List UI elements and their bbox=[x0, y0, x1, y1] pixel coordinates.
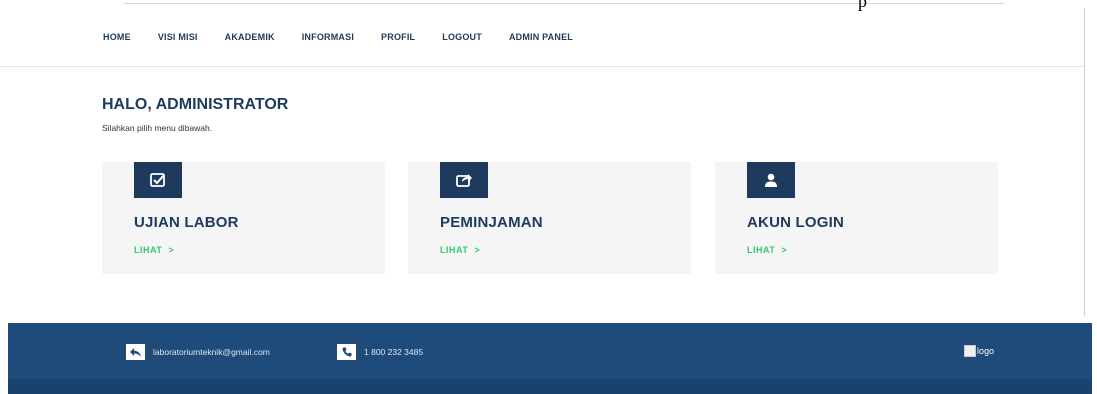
broken-image-icon bbox=[964, 345, 976, 357]
footer-email-text: laboratoriumteknik@gmail.com bbox=[153, 347, 270, 357]
logo-alt-text: logo bbox=[977, 346, 995, 356]
nav-menu: HOME VISI MISI AKADEMIK INFORMASI PROFIL… bbox=[103, 32, 600, 42]
user-icon bbox=[747, 162, 795, 198]
footer-phone-text: 1 800 232 3485 bbox=[364, 347, 424, 357]
card-title: AKUN LOGIN bbox=[747, 214, 844, 231]
card-akun-login: AKUN LOGIN LIHAT > bbox=[715, 162, 998, 274]
page-subtitle: Silahkan pilih menu dibawah. bbox=[102, 123, 213, 133]
nav-item-profil[interactable]: PROFIL bbox=[381, 32, 415, 42]
chevron-right-icon: > bbox=[474, 245, 481, 255]
chevron-right-icon: > bbox=[781, 245, 788, 255]
card-title: UJIAN LABOR bbox=[134, 214, 239, 231]
share-icon bbox=[440, 162, 488, 198]
reply-icon bbox=[126, 344, 145, 360]
view-link-akun-login[interactable]: LIHAT > bbox=[747, 245, 787, 255]
footer-bottom-strip bbox=[8, 379, 1092, 394]
nav-item-akademik[interactable]: AKADEMIK bbox=[225, 32, 275, 42]
card-title: PEMINJAMAN bbox=[440, 214, 543, 231]
main-navigation: HOME VISI MISI AKADEMIK INFORMASI PROFIL… bbox=[0, 8, 1084, 67]
footer-logo: logo bbox=[964, 345, 994, 357]
scrollbar-edge[interactable] bbox=[1084, 8, 1097, 316]
top-divider bbox=[124, 3, 1004, 4]
page-title: HALO, ADMINISTRATOR bbox=[102, 96, 289, 113]
link-label: LIHAT bbox=[134, 245, 163, 255]
footer-email[interactable]: laboratoriumteknik@gmail.com bbox=[126, 344, 270, 360]
nav-item-visi-misi[interactable]: VISI MISI bbox=[158, 32, 198, 42]
nav-item-home[interactable]: HOME bbox=[103, 32, 131, 42]
link-label: LIHAT bbox=[440, 245, 469, 255]
check-square-icon bbox=[134, 162, 182, 198]
footer-phone[interactable]: 1 800 232 3485 bbox=[337, 344, 423, 360]
footer: laboratoriumteknik@gmail.com 1 800 232 3… bbox=[8, 323, 1092, 394]
view-link-peminjaman[interactable]: LIHAT > bbox=[440, 245, 480, 255]
phone-icon bbox=[337, 344, 356, 360]
link-label: LIHAT bbox=[747, 245, 776, 255]
nav-item-logout[interactable]: LOGOUT bbox=[442, 32, 482, 42]
top-border: p bbox=[0, 0, 1097, 11]
card-ujian-labor: UJIAN LABOR LIHAT > bbox=[102, 162, 385, 274]
nav-item-admin-panel[interactable]: ADMIN PANEL bbox=[509, 32, 573, 42]
nav-item-informasi[interactable]: INFORMASI bbox=[302, 32, 354, 42]
card-peminjaman: PEMINJAMAN LIHAT > bbox=[408, 162, 691, 274]
chevron-right-icon: > bbox=[168, 245, 175, 255]
view-link-ujian-labor[interactable]: LIHAT > bbox=[134, 245, 174, 255]
